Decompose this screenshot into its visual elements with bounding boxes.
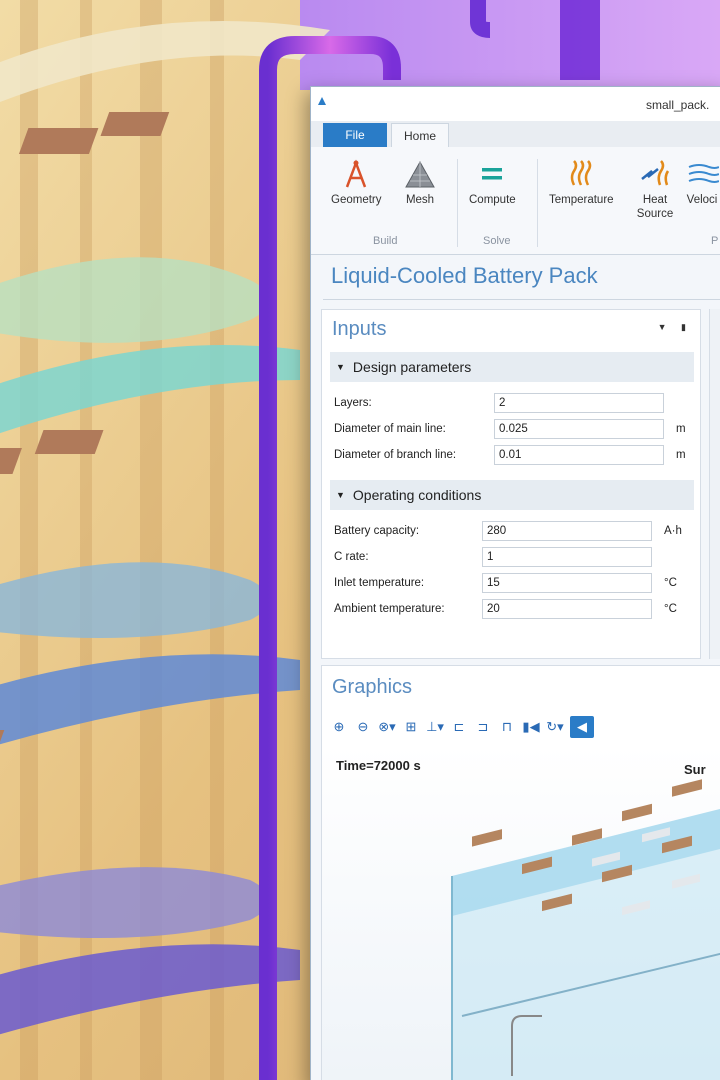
temperature-icon [571, 160, 592, 186]
capacity-row: Battery capacity: 280 A·h [334, 520, 698, 542]
active-view-icon[interactable]: ◀ [570, 716, 594, 738]
heat-source-icon [641, 160, 670, 186]
inputs-panel: Inputs ▼ ▮ ▼ Design parameters Layers: 2… [321, 309, 701, 659]
ribbon-separator [537, 159, 538, 247]
compute-button[interactable]: Compute [469, 159, 516, 207]
ambient-label: Ambient temperature: [334, 603, 445, 615]
main-line-row: Diameter of main line: 0.025 m [334, 418, 698, 440]
capacity-unit: A·h [664, 525, 682, 537]
geometry-label: Geometry [331, 194, 382, 206]
ribbon-tabs: File Home [311, 121, 720, 147]
main-line-field[interactable]: 0.025 [494, 419, 664, 439]
app-title: Liquid-Cooled Battery Pack [331, 263, 598, 288]
title-bar: small_pack. [311, 87, 720, 121]
operating-conditions-section[interactable]: ▼ Operating conditions [330, 480, 694, 510]
compute-icon [482, 168, 503, 180]
capacity-label: Battery capacity: [334, 525, 420, 537]
branch-line-label: Diameter of branch line: [334, 449, 457, 461]
collapse-triangle-icon: ▼ [336, 490, 345, 500]
window-title: small_pack. [646, 98, 710, 112]
design-parameters-section[interactable]: ▼ Design parameters [330, 352, 694, 382]
operating-conditions-label: Operating conditions [352, 487, 482, 503]
branch-line-unit: m [676, 449, 686, 461]
ambient-row: Ambient temperature: 20 °C [334, 598, 698, 620]
crate-row: C rate: 1 [334, 546, 698, 568]
temperature-button[interactable]: Temperature [549, 159, 614, 207]
app-window: small_pack. File Home Geometry Mesh Comp… [310, 86, 720, 1080]
ambient-field[interactable]: 20 [482, 599, 652, 619]
zoom-out-icon[interactable]: ⊖ [354, 718, 372, 736]
geometry-icon [346, 159, 367, 188]
view-xy-icon[interactable]: ⊏ [450, 718, 468, 736]
collapse-triangle-icon: ▼ [336, 362, 345, 372]
branch-line-row: Diameter of branch line: 0.01 m [334, 444, 698, 466]
group-label-solve: Solve [483, 235, 511, 247]
capacity-field[interactable]: 280 [482, 521, 652, 541]
graphics-header: Graphics [332, 676, 413, 698]
velocity-button[interactable]: Veloci [685, 159, 719, 207]
graphics-canvas[interactable]: Time=72000 s Sur [322, 746, 720, 1080]
main-line-label: Diameter of main line: [334, 423, 446, 435]
design-parameters-label: Design parameters [352, 359, 472, 375]
crate-field[interactable]: 1 [482, 547, 652, 567]
velocity-label: Veloci [686, 194, 718, 206]
group-label-build: Build [373, 235, 398, 247]
layers-row: Layers: 2 [334, 392, 698, 414]
tab-file[interactable]: File [323, 123, 387, 147]
group-label-partial: P [711, 235, 719, 247]
view-yz-icon[interactable]: ⊐ [474, 718, 492, 736]
layers-label: Layers: [334, 397, 372, 409]
view-zx-icon[interactable]: ⊓ [498, 718, 516, 736]
rotate-icon[interactable]: ↻▾ [546, 718, 564, 736]
side-panel [709, 309, 720, 659]
ambient-unit: °C [664, 603, 677, 615]
layers-field[interactable]: 2 [494, 393, 664, 413]
mesh-button[interactable]: Mesh [403, 159, 437, 207]
zoom-extents-icon[interactable]: ⊞ [402, 718, 420, 736]
inputs-header: Inputs [332, 318, 387, 340]
title-divider [323, 299, 720, 300]
ribbon-toolbar: Geometry Mesh Compute Temperature Heat S… [311, 147, 720, 255]
ribbon-separator [457, 159, 458, 247]
geometry-button[interactable]: Geometry [331, 159, 382, 207]
zoom-in-icon[interactable]: ⊕ [330, 718, 348, 736]
heat-source-label: Heat Source [636, 194, 674, 220]
panel-controls[interactable]: ▼ ▮ [658, 322, 692, 333]
main-line-unit: m [676, 423, 686, 435]
branch-line-field[interactable]: 0.01 [494, 445, 664, 465]
inlet-row: Inlet temperature: 15 °C [334, 572, 698, 594]
inlet-unit: °C [664, 577, 677, 589]
inlet-label: Inlet temperature: [334, 577, 425, 589]
temperature-label: Temperature [549, 194, 614, 206]
tab-home[interactable]: Home [391, 123, 449, 147]
inlet-field[interactable]: 15 [482, 573, 652, 593]
crate-label: C rate: [334, 551, 369, 563]
axes-icon[interactable]: ⊥▾ [426, 718, 444, 736]
battery-pack-model [451, 779, 720, 1080]
camera-icon[interactable]: ▮◀ [522, 718, 540, 736]
heat-source-button[interactable]: Heat Source [635, 159, 675, 221]
graphics-toolbar: ⊕ ⊖ ⊗▾ ⊞ ⊥▾ ⊏ ⊐ ⊓ ▮◀ ↻▾ ◀ [330, 714, 594, 740]
app-icon [318, 97, 326, 105]
graphics-panel: Graphics ⊕ ⊖ ⊗▾ ⊞ ⊥▾ ⊏ ⊐ ⊓ ▮◀ ↻▾ ◀ Time=… [321, 665, 720, 1080]
mesh-icon [405, 160, 435, 188]
compute-label: Compute [469, 194, 516, 206]
velocity-icon [688, 164, 719, 183]
zoom-box-icon[interactable]: ⊗▾ [378, 718, 396, 736]
mesh-label: Mesh [405, 194, 435, 206]
